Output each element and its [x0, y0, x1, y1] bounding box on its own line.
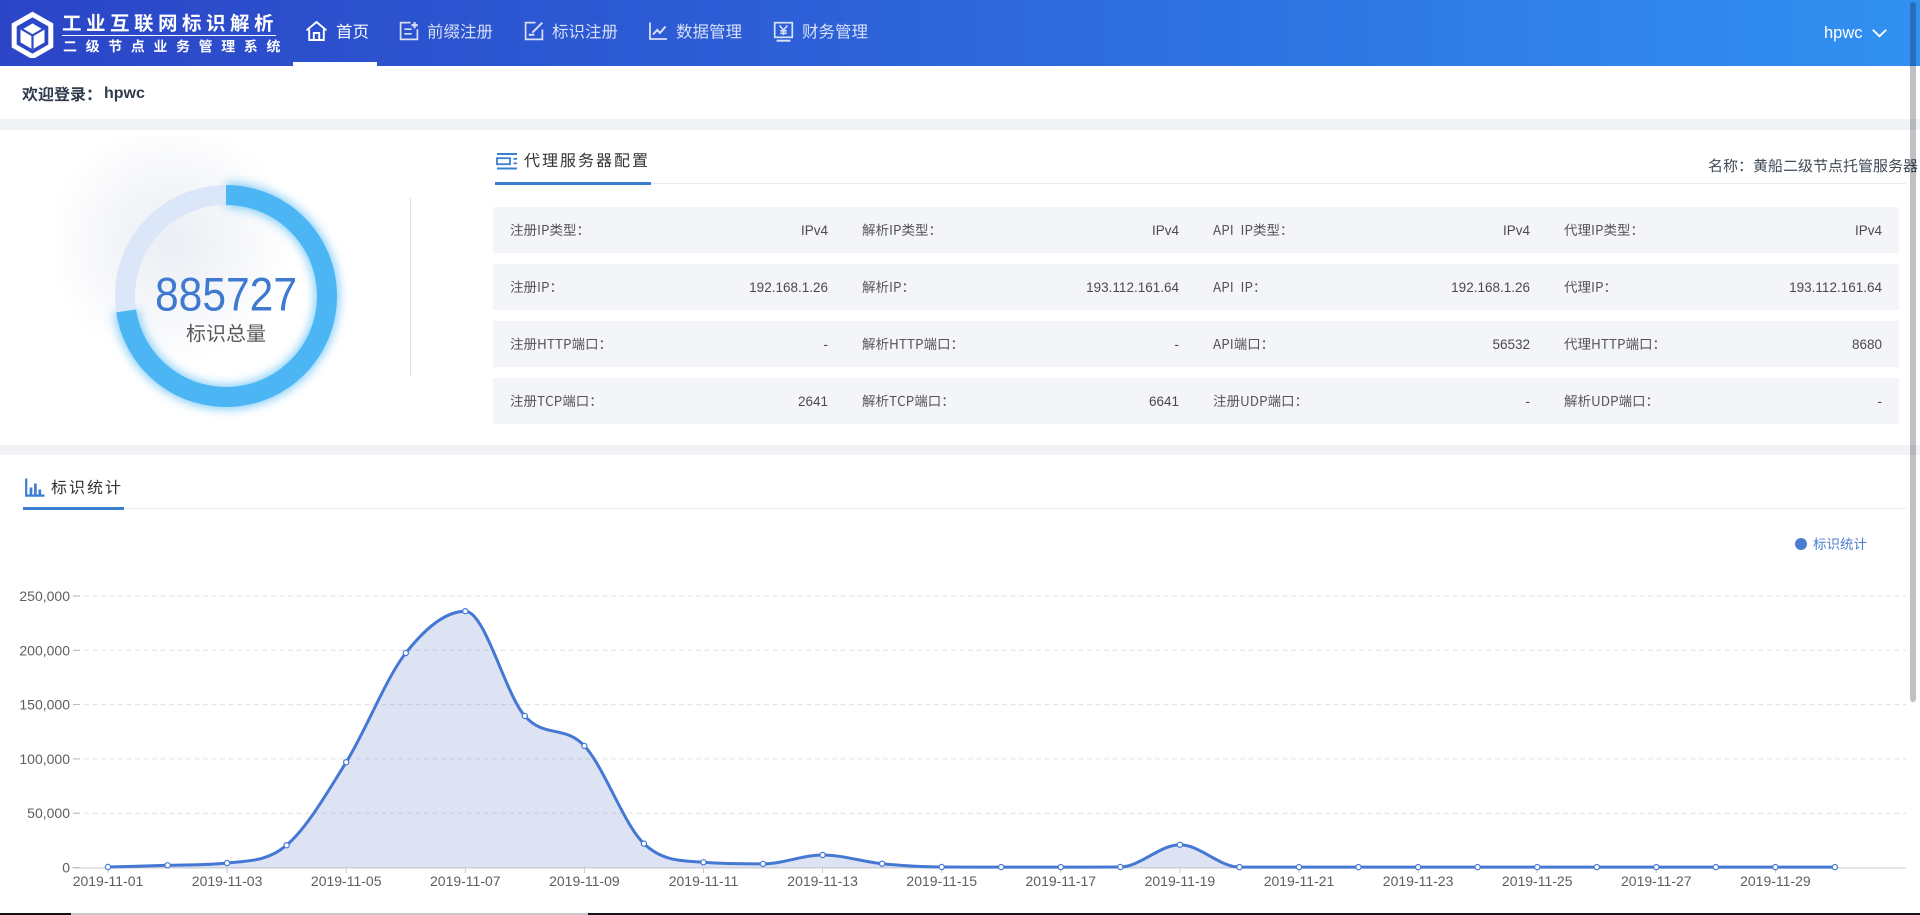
svg-text:2019-11-01: 2019-11-01: [73, 873, 144, 889]
svg-text:2019-11-15: 2019-11-15: [906, 873, 977, 889]
svg-text:2019-11-27: 2019-11-27: [1621, 873, 1692, 889]
svg-text:100,000: 100,000: [19, 751, 70, 767]
svg-text:2019-11-21: 2019-11-21: [1264, 873, 1335, 889]
svg-text:200,000: 200,000: [19, 642, 70, 658]
svg-text:2019-11-07: 2019-11-07: [430, 873, 501, 889]
svg-text:2019-11-05: 2019-11-05: [311, 873, 382, 889]
svg-text:2019-11-25: 2019-11-25: [1502, 873, 1573, 889]
svg-text:2019-11-29: 2019-11-29: [1740, 873, 1811, 889]
svg-text:2019-11-09: 2019-11-09: [549, 873, 620, 889]
svg-text:2019-11-19: 2019-11-19: [1145, 873, 1216, 889]
svg-text:2019-11-23: 2019-11-23: [1383, 873, 1454, 889]
svg-text:2019-11-03: 2019-11-03: [192, 873, 263, 889]
svg-text:250,000: 250,000: [19, 588, 70, 604]
svg-text:2019-11-13: 2019-11-13: [787, 873, 858, 889]
svg-text:0: 0: [62, 860, 70, 876]
svg-text:50,000: 50,000: [27, 805, 70, 821]
svg-text:2019-11-11: 2019-11-11: [669, 873, 739, 889]
svg-text:2019-11-17: 2019-11-17: [1026, 873, 1097, 889]
svg-text:150,000: 150,000: [19, 697, 70, 713]
svg-text:885727: 885727: [157, 276, 297, 316]
